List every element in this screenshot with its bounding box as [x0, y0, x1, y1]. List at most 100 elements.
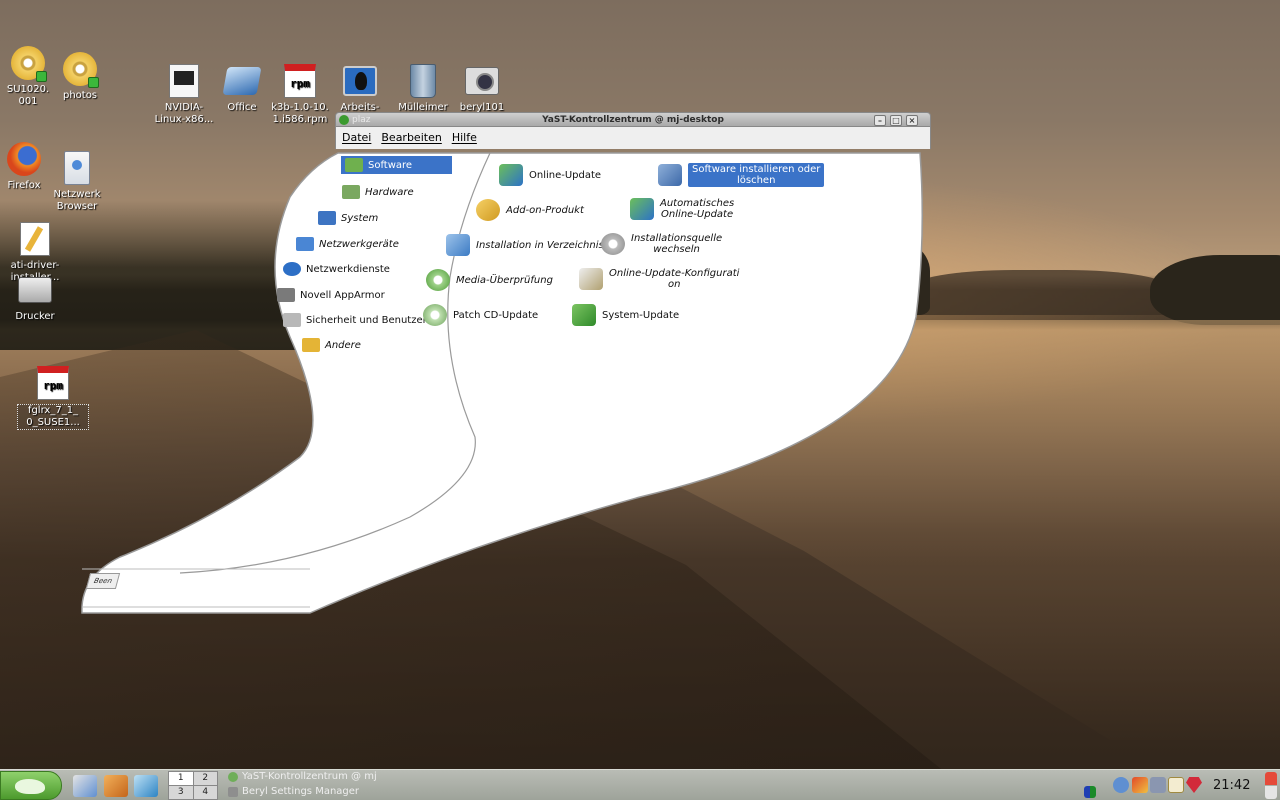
volume-icon[interactable]: [1113, 777, 1129, 793]
yast-task-icon: [228, 771, 238, 782]
category-hardware[interactable]: Hardware: [342, 185, 414, 199]
menu-datei[interactable]: Datei: [342, 131, 371, 145]
online-update-icon: [499, 164, 523, 186]
category-network-services[interactable]: Netzwerkdienste: [283, 262, 390, 276]
module-label: Installation in Verzeichnis: [476, 239, 604, 251]
desktop-icon-photos[interactable]: photos: [44, 51, 116, 102]
auto-update-icon: [630, 198, 654, 220]
network-folder-icon: [59, 150, 95, 186]
beryl-manager-icon[interactable]: [1186, 777, 1202, 793]
directory-install-icon: [446, 234, 470, 256]
desktop-icon-label: photos: [62, 90, 98, 101]
minimize-button[interactable]: –: [874, 115, 886, 126]
cd-icon: [62, 51, 99, 88]
close-button[interactable]: ×: [906, 115, 918, 126]
network-services-icon: [283, 262, 301, 276]
clock[interactable]: 21:42: [1213, 778, 1250, 793]
desktop-icon-network-browser[interactable]: Netzwerk Browser: [41, 150, 113, 213]
updater-icon[interactable]: [1132, 777, 1148, 793]
update-config-icon: [579, 268, 603, 290]
category-software[interactable]: Software: [341, 156, 453, 174]
computer-icon: [342, 63, 378, 99]
network-devices-icon: [296, 237, 314, 251]
pager-desktop-2[interactable]: 2: [193, 772, 217, 785]
desktop-pager: 1 2 3 4: [168, 771, 218, 800]
rpm-package-icon: rpm: [282, 63, 318, 99]
other-icon: [302, 338, 320, 352]
start-menu-button[interactable]: [0, 771, 62, 800]
module-patch-cd-update[interactable]: Patch CD-Update: [423, 304, 538, 326]
home-folder-icon[interactable]: [104, 775, 128, 797]
task-yast[interactable]: YaST-Kontrollzentrum @ mj: [228, 771, 377, 782]
task-beryl-settings[interactable]: Beryl Settings Manager: [228, 786, 359, 797]
menubar: Datei Bearbeiten Hilfe: [335, 127, 931, 149]
task-label: Beryl Settings Manager: [242, 786, 360, 797]
pager-desktop-4[interactable]: 4: [193, 786, 217, 799]
system-update-icon: [572, 304, 596, 326]
category-label: System: [341, 212, 379, 224]
patch-cd-icon: [423, 304, 447, 326]
category-label: Netzwerkdienste: [306, 263, 390, 275]
module-label: Media-Überprüfung: [456, 274, 553, 286]
maximize-button[interactable]: □: [890, 115, 902, 126]
pager-desktop-1[interactable]: 1: [169, 772, 193, 785]
module-install-to-directory[interactable]: Installation in Verzeichnis: [446, 234, 604, 256]
hardware-icon: [342, 185, 360, 199]
trash-icon: [405, 63, 441, 99]
keys-icon: [283, 313, 301, 327]
menu-bearbeiten[interactable]: Bearbeiten: [381, 131, 441, 145]
menu-hilfe[interactable]: Hilfe: [452, 131, 477, 145]
module-label: Installationsquelle wechseln: [631, 233, 723, 255]
printer-icon: [17, 272, 53, 308]
category-novell-apparmor[interactable]: Novell AppArmor: [277, 288, 385, 302]
addon-cd-icon: [476, 199, 500, 221]
module-addon-product[interactable]: Add-on-Produkt: [476, 199, 584, 221]
window-title: YaST-Kontrollzentrum @ mj-desktop: [542, 115, 724, 125]
module-label: Software installieren oder löschen: [688, 163, 825, 187]
desktop-icon-fglrx-rpm[interactable]: rpm fglrx_7_1_ 0_SUSE1...: [17, 365, 89, 430]
category-label: Novell AppArmor: [300, 289, 385, 301]
category-network-devices[interactable]: Netzwerkgeräte: [296, 237, 399, 251]
software-install-icon: [658, 164, 682, 186]
module-auto-online-update[interactable]: Automatisches Online-Update: [630, 198, 734, 220]
image-file-icon: [464, 63, 500, 99]
close-button-distorted[interactable]: Been: [85, 573, 121, 589]
module-label: Online-Update-Konfigurati on: [609, 268, 740, 290]
module-online-update[interactable]: Online-Update: [499, 164, 601, 186]
yast-window[interactable]: plaz YaST-Kontrollzentrum @ mj-desktop –…: [335, 112, 931, 542]
wallpaper-treeline: [910, 270, 1170, 315]
module-system-update[interactable]: System-Update: [572, 304, 679, 326]
rpm-package-icon: rpm: [35, 365, 71, 401]
desktop-icon-label: Drucker: [15, 311, 55, 322]
network-status-icon[interactable]: [1084, 786, 1096, 798]
category-other[interactable]: Andere: [302, 338, 361, 352]
module-software-install[interactable]: Software installieren oder löschen: [658, 163, 825, 187]
logout-lock-icon[interactable]: [1265, 772, 1277, 799]
desktop-icon-arbeitsplatz[interactable]: Arbeits-: [324, 63, 396, 114]
apparmor-shield-icon: [277, 288, 295, 302]
desktop-icon-label: fglrx_7_1_ 0_SUSE1...: [17, 404, 89, 430]
desktop-icon-label: Netzwerk Browser: [53, 189, 101, 212]
category-system[interactable]: System: [318, 211, 378, 225]
category-label: Andere: [325, 339, 361, 351]
system-icon: [318, 211, 336, 225]
module-change-source[interactable]: Installationsquelle wechseln: [601, 233, 722, 255]
task-label: YaST-Kontrollzentrum @ mj: [242, 771, 377, 782]
network-manager-icon[interactable]: [1150, 777, 1166, 793]
pager-desktop-3[interactable]: 3: [169, 786, 193, 799]
clipboard-icon[interactable]: [1168, 777, 1184, 793]
desktop-show-icon[interactable]: [73, 775, 97, 797]
window-titlebar[interactable]: plaz YaST-Kontrollzentrum @ mj-desktop –…: [335, 112, 931, 127]
wallpaper-island: [1150, 255, 1280, 325]
category-label: Netzwerkgeräte: [319, 238, 399, 250]
module-label: Add-on-Produkt: [506, 204, 584, 216]
module-media-check[interactable]: Media-Überprüfung: [426, 269, 553, 291]
source-cd-icon: [601, 233, 625, 255]
konqueror-icon[interactable]: [134, 775, 158, 797]
category-security-users[interactable]: Sicherheit und Benutzer: [283, 313, 427, 327]
desktop-icon-printer[interactable]: Drucker: [0, 272, 71, 323]
beryl-task-icon: [228, 786, 238, 797]
category-label: Sicherheit und Benutzer: [306, 314, 427, 326]
module-online-update-config[interactable]: Online-Update-Konfigurati on: [579, 268, 739, 290]
module-label: Automatisches Online-Update: [660, 198, 735, 220]
